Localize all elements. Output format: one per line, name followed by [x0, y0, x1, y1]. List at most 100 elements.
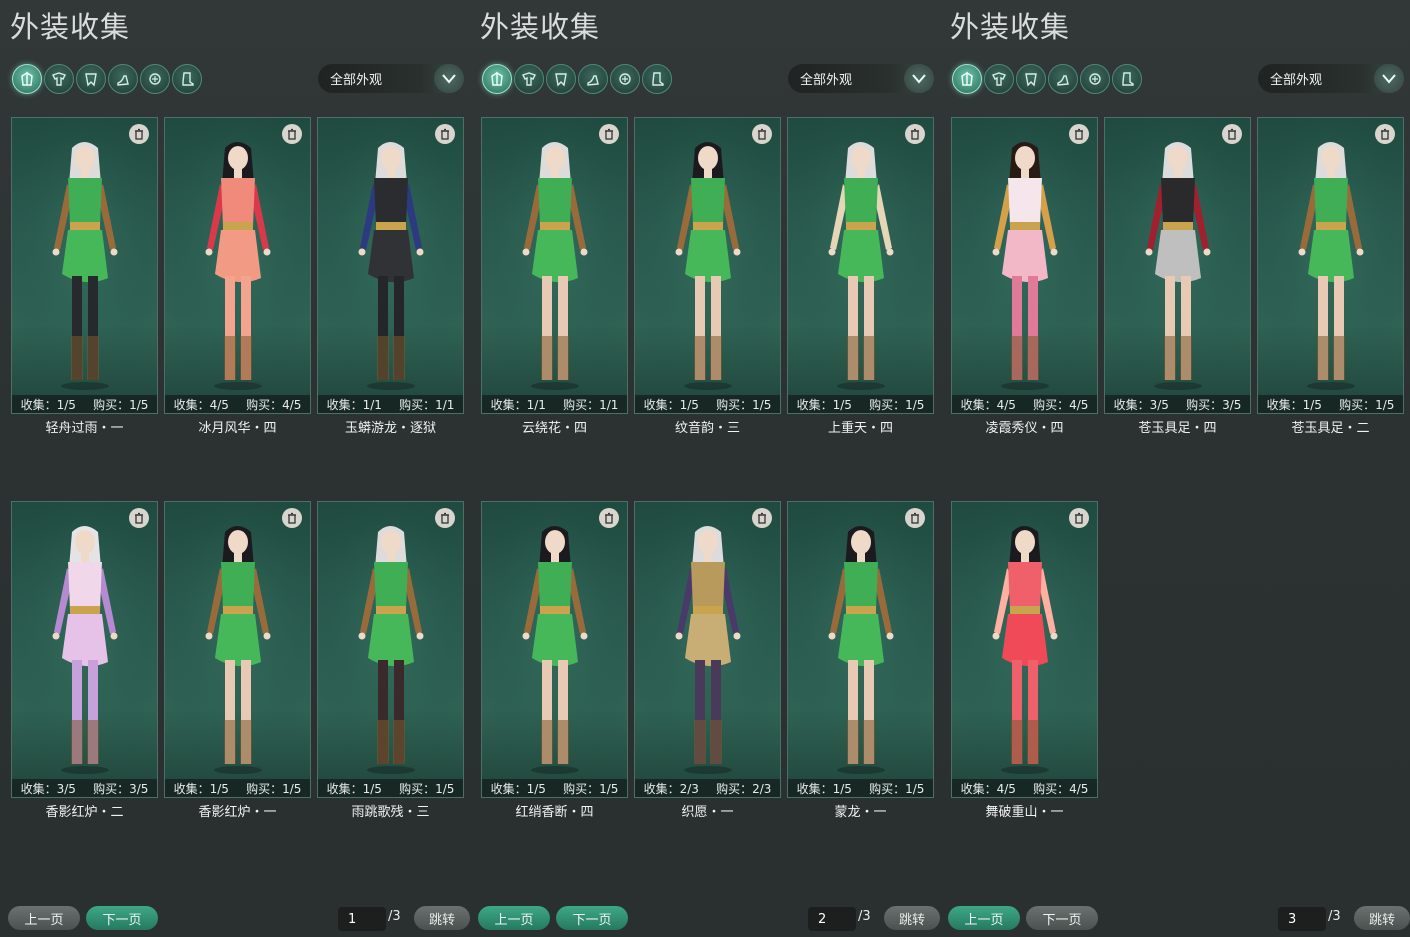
delete-icon[interactable] — [129, 124, 149, 144]
delete-icon[interactable] — [905, 124, 925, 144]
shoe-icon[interactable] — [1048, 64, 1078, 94]
collect-buy-stats: 收集：1/5 购买：1/5 — [788, 779, 933, 797]
buy-count: 购买：3/5 — [93, 781, 149, 796]
outfit-filter-dropdown[interactable]: 全部外观 — [788, 64, 934, 93]
next-page-button[interactable]: 下一页 — [1026, 906, 1098, 930]
top-icon[interactable] — [984, 64, 1014, 94]
outfit-preview-image — [12, 502, 157, 780]
outfit-card[interactable]: 收集：1/1 购买：1/1 — [481, 117, 628, 414]
outfit-card[interactable]: 收集：2/3 购买：2/3 — [634, 501, 781, 798]
all-outfit-icon[interactable] — [482, 64, 512, 94]
delete-icon[interactable] — [282, 124, 302, 144]
jump-button[interactable]: 跳转 — [884, 906, 940, 930]
collect-count: 收集：1/5 — [1266, 397, 1322, 412]
delete-icon[interactable] — [1069, 124, 1089, 144]
outfit-filter-dropdown[interactable]: 全部外观 — [1258, 64, 1404, 93]
buy-count: 购买：3/5 — [1186, 397, 1242, 412]
outfit-card[interactable]: 收集：1/5 购买：1/5 — [11, 117, 158, 414]
bottom-icon[interactable] — [76, 64, 106, 94]
outfit-card[interactable]: 收集：4/5 购买：4/5 — [164, 117, 311, 414]
outfit-preview-image — [482, 502, 627, 780]
all-outfit-icon[interactable] — [12, 64, 42, 94]
outfit-card[interactable]: 收集：1/5 购买：1/5 — [317, 501, 464, 798]
boot-icon[interactable] — [642, 64, 672, 94]
outfit-card[interactable]: 收集：4/5 购买：4/5 — [951, 501, 1098, 798]
jump-button[interactable]: 跳转 — [1354, 906, 1410, 930]
outfit-preview-image — [1258, 118, 1403, 396]
outfit-card[interactable]: 收集：1/5 购买：1/5 — [481, 501, 628, 798]
delete-icon[interactable] — [1222, 124, 1242, 144]
outfit-name: 香影红炉・二 — [45, 805, 124, 820]
outfit-card[interactable]: 收集：1/5 购买：1/5 — [634, 117, 781, 414]
delete-icon[interactable] — [435, 508, 455, 528]
outfit-filter-dropdown[interactable]: 全部外观 — [318, 64, 464, 93]
page-number-input[interactable]: 1 — [338, 907, 386, 931]
next-page-button[interactable]: 下一页 — [86, 906, 158, 930]
outfit-preview-image — [318, 118, 463, 396]
accessory-icon[interactable] — [140, 64, 170, 94]
top-icon[interactable] — [514, 64, 544, 94]
outfit-preview-image — [788, 118, 933, 396]
outfit-card[interactable]: 收集：4/5 购买：4/5 — [951, 117, 1098, 414]
collect-count: 收集：1/5 — [796, 781, 852, 796]
delete-icon[interactable] — [905, 508, 925, 528]
outfit-card[interactable]: 收集：1/5 购买：1/5 — [1257, 117, 1404, 414]
outfit-card[interactable]: 收集：1/5 购买：1/5 — [164, 501, 311, 798]
outfit-card[interactable]: 收集：1/1 购买：1/1 — [317, 117, 464, 414]
outfit-preview-image — [1105, 118, 1250, 396]
page-total: /3 — [858, 909, 871, 924]
buy-count: 购买：1/5 — [246, 781, 302, 796]
outfit-card[interactable]: 收集：1/5 购买：1/5 — [787, 117, 934, 414]
panel-title: 外装收集 — [950, 10, 1071, 44]
collect-count: 收集：1/1 — [490, 397, 546, 412]
bottom-icon[interactable] — [546, 64, 576, 94]
chevron-down-icon[interactable] — [904, 64, 934, 93]
page-number-input[interactable]: 3 — [1278, 907, 1326, 931]
next-page-label: 下一页 — [572, 912, 612, 928]
boot-icon[interactable] — [1112, 64, 1142, 94]
collect-buy-stats: 收集：4/5 购买：4/5 — [952, 395, 1097, 413]
delete-icon[interactable] — [129, 508, 149, 528]
prev-page-button[interactable]: 上一页 — [478, 906, 550, 930]
page-number-input[interactable]: 2 — [808, 907, 856, 931]
collect-buy-stats: 收集：1/1 购买：1/1 — [482, 395, 627, 413]
buy-count: 购买：1/1 — [399, 397, 455, 412]
outfit-name: 云绕花・四 — [521, 421, 587, 436]
outfit-card[interactable]: 收集：3/5 购买：3/5 — [1104, 117, 1251, 414]
prev-page-button[interactable]: 上一页 — [948, 906, 1020, 930]
delete-icon[interactable] — [599, 508, 619, 528]
collect-count: 收集：1/5 — [796, 397, 852, 412]
shoe-icon[interactable] — [578, 64, 608, 94]
delete-icon[interactable] — [435, 124, 455, 144]
outfit-preview-image — [165, 118, 310, 396]
buy-count: 购买：4/5 — [1033, 397, 1089, 412]
prev-page-button[interactable]: 上一页 — [8, 906, 80, 930]
accessory-icon[interactable] — [610, 64, 640, 94]
shoe-icon[interactable] — [108, 64, 138, 94]
next-page-label: 下一页 — [102, 912, 142, 928]
category-filter-bar — [482, 64, 672, 94]
all-outfit-icon[interactable] — [952, 64, 982, 94]
buy-count: 购买：4/5 — [1033, 781, 1089, 796]
delete-icon[interactable] — [752, 124, 772, 144]
chevron-down-icon[interactable] — [434, 64, 464, 93]
delete-icon[interactable] — [1069, 508, 1089, 528]
delete-icon[interactable] — [282, 508, 302, 528]
jump-button[interactable]: 跳转 — [414, 906, 470, 930]
collect-count: 收集：2/3 — [643, 781, 699, 796]
collect-buy-stats: 收集：1/5 购买：1/5 — [1258, 395, 1403, 413]
bottom-icon[interactable] — [1016, 64, 1046, 94]
chevron-down-icon[interactable] — [1374, 64, 1404, 93]
delete-icon[interactable] — [752, 508, 772, 528]
jump-label: 跳转 — [428, 912, 455, 928]
next-page-label: 下一页 — [1042, 912, 1082, 928]
accessory-icon[interactable] — [1080, 64, 1110, 94]
outfit-card[interactable]: 收集：1/5 购买：1/5 — [787, 501, 934, 798]
outfit-card[interactable]: 收集：3/5 购买：3/5 — [11, 501, 158, 798]
outfit-name: 蒙龙・一 — [834, 805, 887, 820]
delete-icon[interactable] — [599, 124, 619, 144]
top-icon[interactable] — [44, 64, 74, 94]
next-page-button[interactable]: 下一页 — [556, 906, 628, 930]
boot-icon[interactable] — [172, 64, 202, 94]
delete-icon[interactable] — [1375, 124, 1395, 144]
